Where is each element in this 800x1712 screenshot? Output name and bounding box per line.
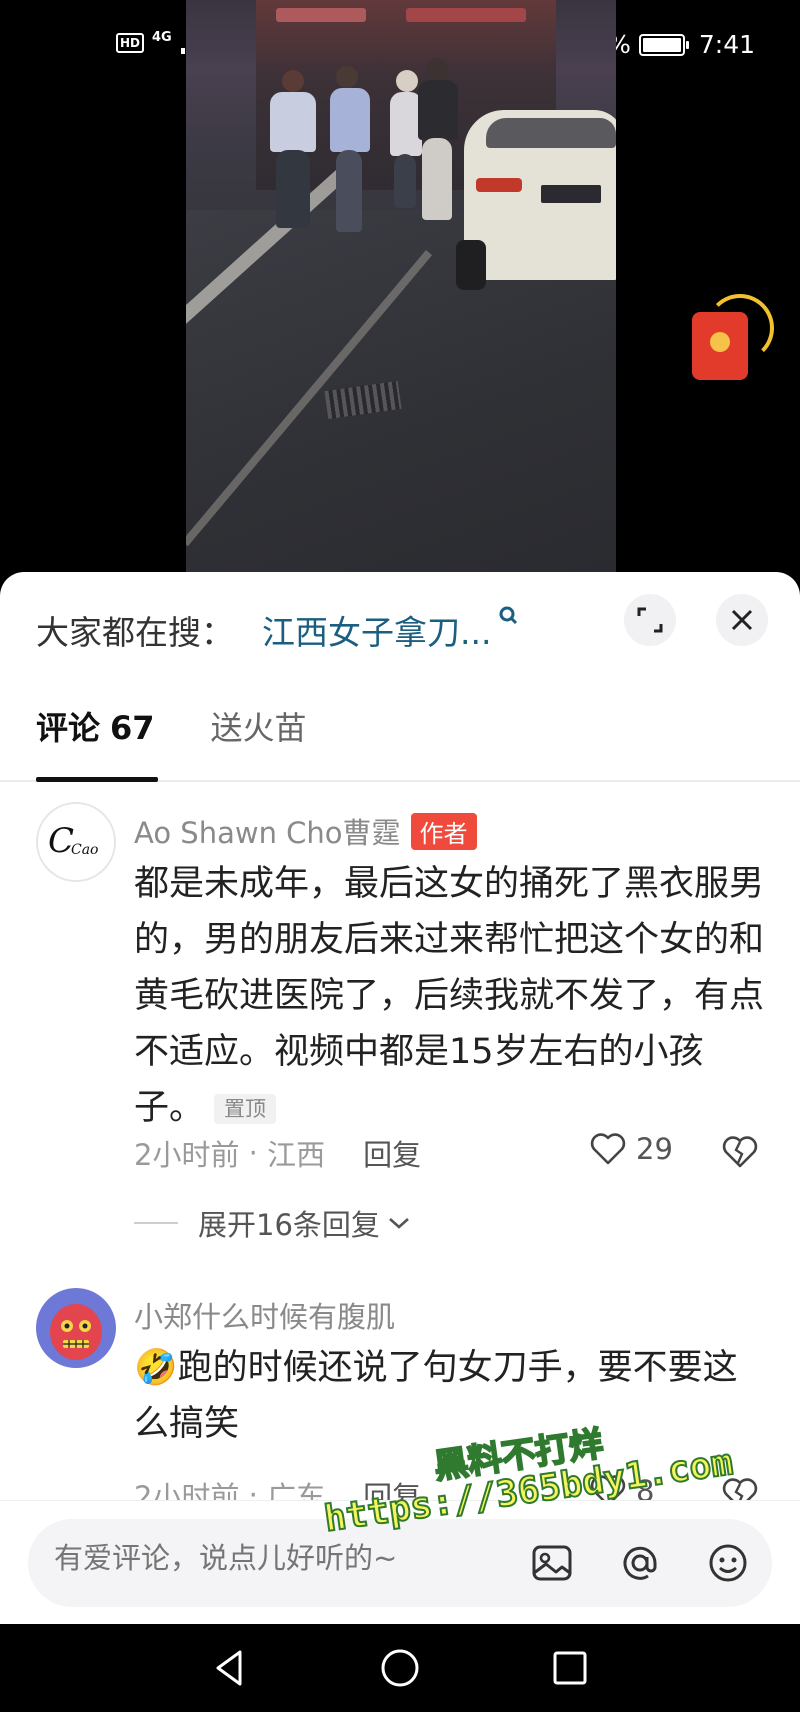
comment-tabs: 评论 67 送火苗: [36, 696, 307, 756]
hd-badge: HD: [116, 33, 145, 53]
comment-emoji: 🤣: [134, 1348, 178, 1388]
home-circle-icon[interactable]: [376, 1644, 424, 1692]
tab-send-flame[interactable]: 送火苗: [211, 703, 307, 749]
tab-comments-label: 评论: [36, 709, 101, 747]
author-logo: C Cao: [48, 821, 99, 861]
expand-icon: [637, 607, 663, 633]
smiley-icon[interactable]: [704, 1539, 752, 1587]
at-icon[interactable]: [616, 1539, 664, 1587]
video-player[interactable]: [186, 0, 616, 572]
trending-search-term[interactable]: 江西女子拿刀...: [262, 606, 491, 654]
avatar[interactable]: [36, 1288, 116, 1368]
comment-author[interactable]: Ao Shawn Cho曹霆 作者: [134, 810, 477, 852]
image-icon[interactable]: [528, 1539, 576, 1587]
tab-comments-count: 67: [110, 709, 155, 747]
avatar[interactable]: C Cao: [36, 802, 116, 882]
search-icon: [499, 606, 518, 625]
expand-sheet-button[interactable]: [624, 594, 676, 646]
like-count: 29: [636, 1132, 673, 1166]
comment-time: 2小时前: [134, 1138, 240, 1172]
comment-location: 江西: [267, 1138, 326, 1172]
close-sheet-button[interactable]: [716, 594, 768, 646]
comment-author-name: 小郑什么时候有腹肌: [134, 1300, 396, 1334]
tab-comments[interactable]: 评论 67: [36, 703, 155, 749]
comment-body[interactable]: 都是未成年，最后这女的捅死了黑衣服男的，男的朋友后来过来帮忙把这个女的和黄毛砍进…: [134, 856, 764, 1136]
red-packet-icon[interactable]: [692, 312, 748, 380]
battery-icon: [638, 33, 689, 56]
trending-search-prefix: 大家都在搜：: [36, 613, 234, 652]
comment-author[interactable]: 小郑什么时候有腹肌: [134, 1294, 395, 1336]
comment-text: 都是未成年，最后这女的捅死了黑衣服男的，男的朋友后来过来帮忙把这个女的和黄毛砍进…: [134, 864, 765, 1128]
video-person: [330, 88, 370, 152]
video-person: [270, 92, 316, 152]
comment-meta: 2小时前 · 江西 回复: [134, 1132, 421, 1174]
clock: 7:41: [698, 30, 755, 59]
author-badge: 作者: [410, 812, 477, 850]
close-icon: [731, 609, 753, 631]
recents-square-icon[interactable]: [546, 1644, 594, 1692]
like-button[interactable]: 29: [590, 1132, 673, 1166]
pinned-badge: 置顶: [214, 1094, 277, 1124]
tab-active-underline: [36, 777, 158, 782]
heart-icon: [590, 1133, 626, 1165]
system-nav-bar: [0, 1624, 800, 1712]
chevron-down-icon: [389, 1218, 409, 1229]
reply-button[interactable]: 回复: [363, 1132, 421, 1174]
video-person: [418, 80, 458, 140]
svg-text:Cao: Cao: [71, 842, 99, 858]
avatar-cartoon-face: [50, 1304, 102, 1360]
comment-author-name: Ao Shawn Cho曹霆: [134, 816, 401, 850]
back-triangle-icon[interactable]: [206, 1644, 254, 1692]
expand-replies-button[interactable]: 展开16条回复: [134, 1202, 412, 1244]
network-type: 4G: [152, 30, 172, 45]
expand-replies-label: 展开16条回复: [198, 1208, 380, 1242]
comment-item: C Cao Ao Shawn Cho曹霆 作者 都是未成年，最后这女的捅死了黑衣…: [0, 802, 800, 1222]
broken-heart-icon[interactable]: [722, 1134, 758, 1170]
